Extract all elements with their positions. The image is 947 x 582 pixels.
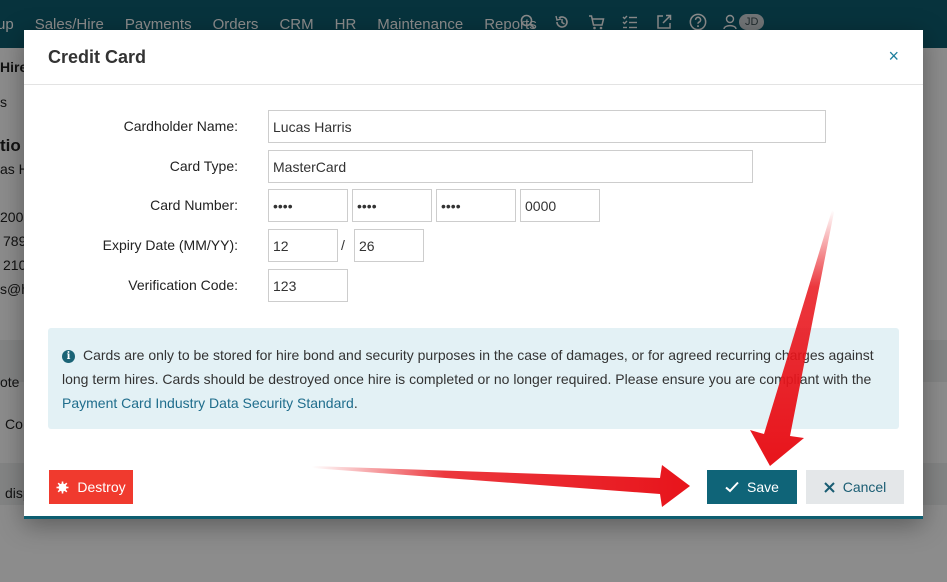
expiry-year-input[interactable] xyxy=(354,229,424,262)
modal-header: Credit Card × xyxy=(24,30,923,85)
cancel-button[interactable]: Cancel xyxy=(806,470,904,504)
close-icon[interactable]: × xyxy=(888,46,899,67)
modal-title: Credit Card xyxy=(48,47,147,67)
card-type-label: Card Type: xyxy=(169,158,238,174)
save-button-label: Save xyxy=(747,479,779,495)
card-number-part-3[interactable] xyxy=(436,189,516,222)
verification-code-label: Verification Code: xyxy=(128,277,238,293)
info-suffix: . xyxy=(353,395,358,411)
pci-dss-link[interactable]: Payment Card Industry Data Security Stan… xyxy=(62,395,354,411)
card-number-part-4[interactable] xyxy=(520,189,600,222)
cardholder-name-input[interactable] xyxy=(268,110,826,143)
info-message: Cards are only to be stored for hire bon… xyxy=(62,347,874,387)
expiry-separator: / xyxy=(341,237,345,253)
save-button[interactable]: Save xyxy=(707,470,797,504)
destroy-button[interactable]: Destroy xyxy=(49,470,133,504)
expiry-month-input[interactable] xyxy=(268,229,338,262)
cancel-button-label: Cancel xyxy=(842,479,887,495)
info-alert: i Cards are only to be stored for hire bo… xyxy=(48,328,899,429)
check-icon xyxy=(725,481,739,493)
close-x-icon xyxy=(823,481,835,493)
credit-card-modal: Credit Card × Cardholder Name: Card Type… xyxy=(24,30,923,519)
expiry-date-label: Expiry Date (MM/YY): xyxy=(102,237,238,253)
destroy-icon xyxy=(56,481,69,494)
card-number-part-1[interactable] xyxy=(268,189,348,222)
info-text: i Cards are only to be stored for hire bo… xyxy=(62,343,892,415)
card-type-input[interactable] xyxy=(268,150,753,183)
card-number-label: Card Number: xyxy=(150,197,238,213)
verification-code-input[interactable] xyxy=(268,269,348,302)
info-icon: i xyxy=(62,350,75,363)
card-number-part-2[interactable] xyxy=(352,189,432,222)
destroy-button-label: Destroy xyxy=(77,479,126,495)
cardholder-name-label: Cardholder Name: xyxy=(123,118,238,134)
